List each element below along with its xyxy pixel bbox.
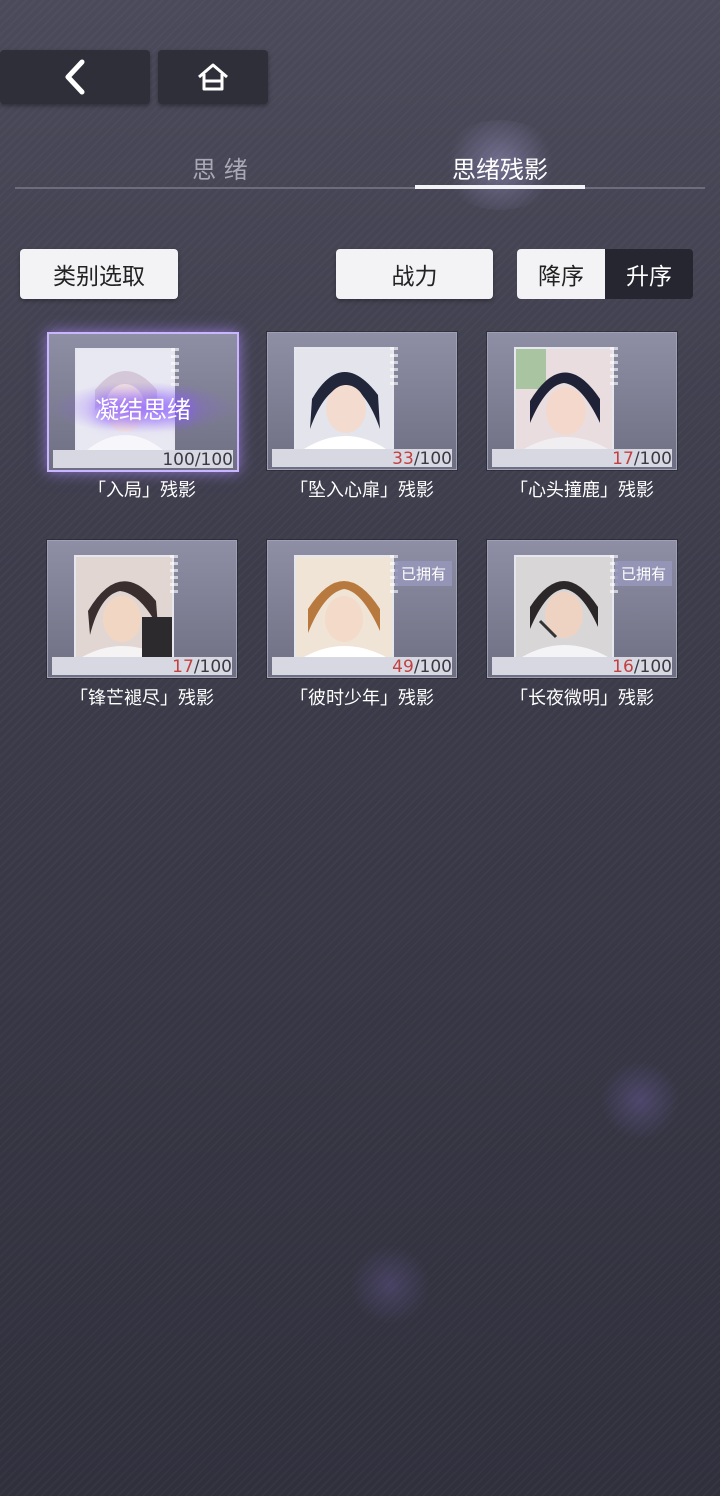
remnant-card[interactable]: 已拥有 49/100 「彼时少年」残影 bbox=[267, 540, 457, 715]
remnant-card[interactable]: 凝结思绪 100/100 「入局」残影 bbox=[47, 332, 239, 507]
fragment-count: 17/100 bbox=[612, 449, 672, 469]
fragment-total: /100 bbox=[633, 657, 672, 677]
card-frame: 17/100 bbox=[487, 332, 677, 470]
fragment-count: 17/100 bbox=[172, 657, 232, 677]
card-label: 「坠入心扉」残影 bbox=[290, 480, 434, 501]
fragment-count: 49/100 bbox=[392, 657, 452, 677]
fragment-current: 17 bbox=[612, 449, 634, 469]
condense-overlay: 凝结思绪 bbox=[49, 382, 237, 433]
character-portrait bbox=[514, 347, 614, 451]
character-portrait bbox=[514, 555, 614, 659]
fragment-count: 33/100 bbox=[392, 449, 452, 469]
card-frame: 已拥有 49/100 bbox=[267, 540, 457, 678]
remnant-card[interactable]: 17/100 「心头撞鹿」残影 bbox=[487, 332, 677, 507]
owned-badge: 已拥有 bbox=[614, 561, 672, 586]
card-label: 「彼时少年」残影 bbox=[290, 688, 434, 709]
bg-glow-bottom bbox=[350, 1245, 430, 1325]
card-frame: 已拥有 16/100 bbox=[487, 540, 677, 678]
pixel-decoration bbox=[170, 555, 178, 595]
tab-bar: 思 绪 思绪残影 bbox=[15, 140, 705, 192]
fragment-current: 16 bbox=[612, 657, 634, 677]
fragment-total: /100 bbox=[413, 449, 452, 469]
home-button[interactable] bbox=[158, 50, 268, 104]
owned-badge: 已拥有 bbox=[394, 561, 452, 586]
bg-glow-right bbox=[600, 1060, 680, 1140]
fragment-total: /100 bbox=[193, 657, 232, 677]
remnant-card[interactable]: 33/100 「坠入心扉」残影 bbox=[267, 332, 457, 507]
card-label: 「锋芒褪尽」残影 bbox=[70, 688, 214, 709]
sort-field-button[interactable]: 战力 bbox=[336, 249, 493, 299]
fragment-total: /100 bbox=[194, 450, 233, 470]
pixel-decoration bbox=[610, 347, 618, 387]
remnant-card[interactable]: 17/100 「锋芒褪尽」残影 bbox=[47, 540, 237, 715]
fragment-current: 17 bbox=[172, 657, 194, 677]
fragment-total: /100 bbox=[633, 449, 672, 469]
sort-desc-button[interactable]: 降序 bbox=[517, 249, 605, 299]
character-portrait bbox=[294, 347, 394, 451]
sort-asc-button[interactable]: 升序 bbox=[605, 249, 693, 299]
fragment-count: 100/100 bbox=[162, 450, 233, 470]
remnant-card[interactable]: 已拥有 16/100 「长夜微明」残影 bbox=[487, 540, 677, 715]
card-frame: 33/100 bbox=[267, 332, 457, 470]
fragment-current: 49 bbox=[392, 657, 414, 677]
tab-thought-remnants[interactable]: 思绪残影 bbox=[415, 150, 585, 185]
card-label: 「长夜微明」残影 bbox=[510, 688, 654, 709]
active-tab-indicator bbox=[415, 185, 585, 189]
card-label: 「入局」残影 bbox=[88, 480, 196, 501]
fragment-current: 100 bbox=[162, 450, 195, 470]
character-portrait bbox=[294, 555, 394, 659]
card-label: 「心头撞鹿」残影 bbox=[510, 480, 654, 501]
home-icon bbox=[198, 63, 228, 91]
fragment-count: 16/100 bbox=[612, 657, 672, 677]
pixel-decoration bbox=[390, 347, 398, 387]
fragment-total: /100 bbox=[413, 657, 452, 677]
card-frame: 17/100 bbox=[47, 540, 237, 678]
tab-thoughts[interactable]: 思 绪 bbox=[155, 150, 285, 185]
sort-order-toggle: 降序 升序 bbox=[517, 249, 693, 299]
tab-divider bbox=[15, 187, 705, 189]
character-portrait bbox=[74, 555, 174, 659]
card-frame: 凝结思绪 100/100 bbox=[47, 332, 239, 472]
chevron-left-icon bbox=[65, 59, 85, 95]
fragment-current: 33 bbox=[392, 449, 414, 469]
category-filter-button[interactable]: 类别选取 bbox=[20, 249, 178, 299]
back-button[interactable] bbox=[0, 50, 150, 104]
